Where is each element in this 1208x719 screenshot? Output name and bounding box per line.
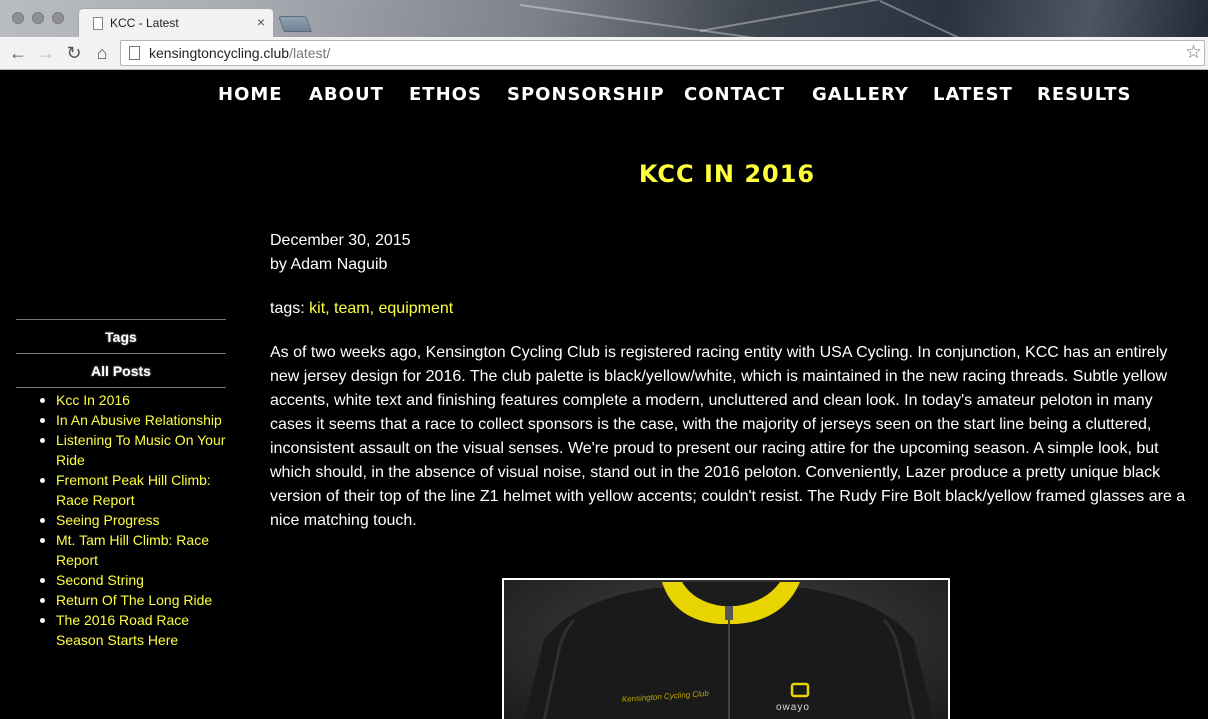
- post-link[interactable]: Seeing Progress: [56, 512, 160, 528]
- post-link[interactable]: Listening To Music On Your Ride: [56, 432, 225, 468]
- post-body: As of two weeks ago, Kensington Cycling …: [270, 344, 1186, 529]
- nav-latest[interactable]: LATEST: [933, 84, 1013, 105]
- post-list-item: Second String: [16, 570, 226, 590]
- nav-home[interactable]: HOME: [218, 84, 283, 105]
- post-link[interactable]: Fremont Peak Hill Climb: Race Report: [56, 472, 211, 508]
- browser-tab[interactable]: KCC - Latest ×: [78, 8, 274, 38]
- background-streak: [519, 4, 818, 38]
- jersey-illustration: Kensington Cycling Club owayo: [524, 582, 934, 719]
- post-tags: tags: kit, team, equipment: [270, 297, 453, 321]
- post-list: Kcc In 2016 In An Abusive Relationship L…: [16, 390, 226, 650]
- site-navigation: HOME ABOUT ETHOS SPONSORSHIP CONTACT GAL…: [0, 70, 1208, 120]
- reload-icon[interactable]: ↻: [62, 40, 86, 66]
- post-link[interactable]: The 2016 Road Race Season Starts Here: [56, 612, 189, 648]
- background-streak: [879, 0, 1062, 38]
- nav-sponsorship[interactable]: SPONSORSHIP: [507, 84, 665, 105]
- window-minimize-button[interactable]: [32, 12, 44, 24]
- tag-link[interactable]: kit: [309, 300, 325, 317]
- tags-label: tags:: [270, 300, 305, 317]
- post-list-item: Return Of The Long Ride: [16, 590, 226, 610]
- post-list-item: The 2016 Road Race Season Starts Here: [16, 610, 226, 650]
- post-list-item: Mt. Tam Hill Climb: Race Report: [16, 530, 226, 570]
- window-close-button[interactable]: [12, 12, 24, 24]
- post-list-item: Kcc In 2016: [16, 390, 226, 410]
- tag-link[interactable]: equipment: [379, 300, 454, 317]
- jersey-brand-text: owayo: [776, 702, 810, 713]
- zipper-pull: [725, 606, 733, 620]
- tags-heading[interactable]: Tags: [16, 320, 226, 353]
- post-list-item: Fremont Peak Hill Climb: Race Report: [16, 470, 226, 510]
- back-arrow-icon[interactable]: ←: [6, 40, 30, 66]
- background-streak: [699, 0, 1036, 32]
- page-favicon-icon: [93, 17, 103, 30]
- post-date: December 30, 2015: [270, 232, 411, 249]
- nav-ethos[interactable]: ETHOS: [409, 84, 482, 105]
- post-link[interactable]: Return Of The Long Ride: [56, 592, 212, 608]
- tab-close-icon[interactable]: ×: [257, 14, 265, 30]
- nav-results[interactable]: RESULTS: [1037, 84, 1131, 105]
- address-bar[interactable]: kensingtoncycling.club/latest/ ☆: [120, 40, 1205, 66]
- post-author: by Adam Naguib: [270, 256, 388, 273]
- url-domain: kensingtoncycling.club: [149, 45, 290, 61]
- post-list-item: Seeing Progress: [16, 510, 226, 530]
- url-text[interactable]: kensingtoncycling.club/latest/: [149, 45, 330, 61]
- divider: [16, 387, 226, 388]
- page-icon: [129, 46, 140, 60]
- forward-arrow-icon[interactable]: →: [34, 40, 58, 66]
- post-link[interactable]: In An Abusive Relationship: [56, 412, 222, 428]
- window-zoom-button[interactable]: [52, 12, 64, 24]
- post-link[interactable]: Mt. Tam Hill Climb: Race Report: [56, 532, 209, 568]
- tag-separator: ,: [325, 300, 335, 317]
- sidebar: Tags All Posts Kcc In 2016 In An Abusive…: [16, 319, 226, 650]
- post-title: KCC IN 2016: [638, 160, 816, 188]
- post-meta: December 30, 2015 by Adam Naguib: [270, 229, 411, 277]
- jersey-photo: Kensington Cycling Club owayo: [502, 578, 950, 719]
- new-tab-button[interactable]: [278, 16, 312, 32]
- post-link[interactable]: Second String: [56, 572, 144, 588]
- tag-separator: ,: [369, 300, 379, 317]
- post-list-item: Listening To Music On Your Ride: [16, 430, 226, 470]
- browser-titlebar: KCC - Latest ×: [0, 0, 1208, 38]
- tag-link[interactable]: team: [334, 300, 370, 317]
- nav-gallery[interactable]: GALLERY: [812, 84, 909, 105]
- bookmark-star-icon[interactable]: ☆: [1185, 41, 1202, 64]
- url-path: /latest/: [289, 45, 331, 61]
- all-posts-heading[interactable]: All Posts: [16, 354, 226, 387]
- post-list-item: In An Abusive Relationship: [16, 410, 226, 430]
- post-link[interactable]: Kcc In 2016: [56, 392, 130, 408]
- nav-contact[interactable]: CONTACT: [684, 84, 785, 105]
- nav-about[interactable]: ABOUT: [309, 84, 384, 105]
- home-icon[interactable]: ⌂: [90, 40, 114, 66]
- browser-toolbar: ← → ↻ ⌂ kensingtoncycling.club/latest/ ☆: [0, 37, 1208, 70]
- tab-title: KCC - Latest: [110, 16, 179, 30]
